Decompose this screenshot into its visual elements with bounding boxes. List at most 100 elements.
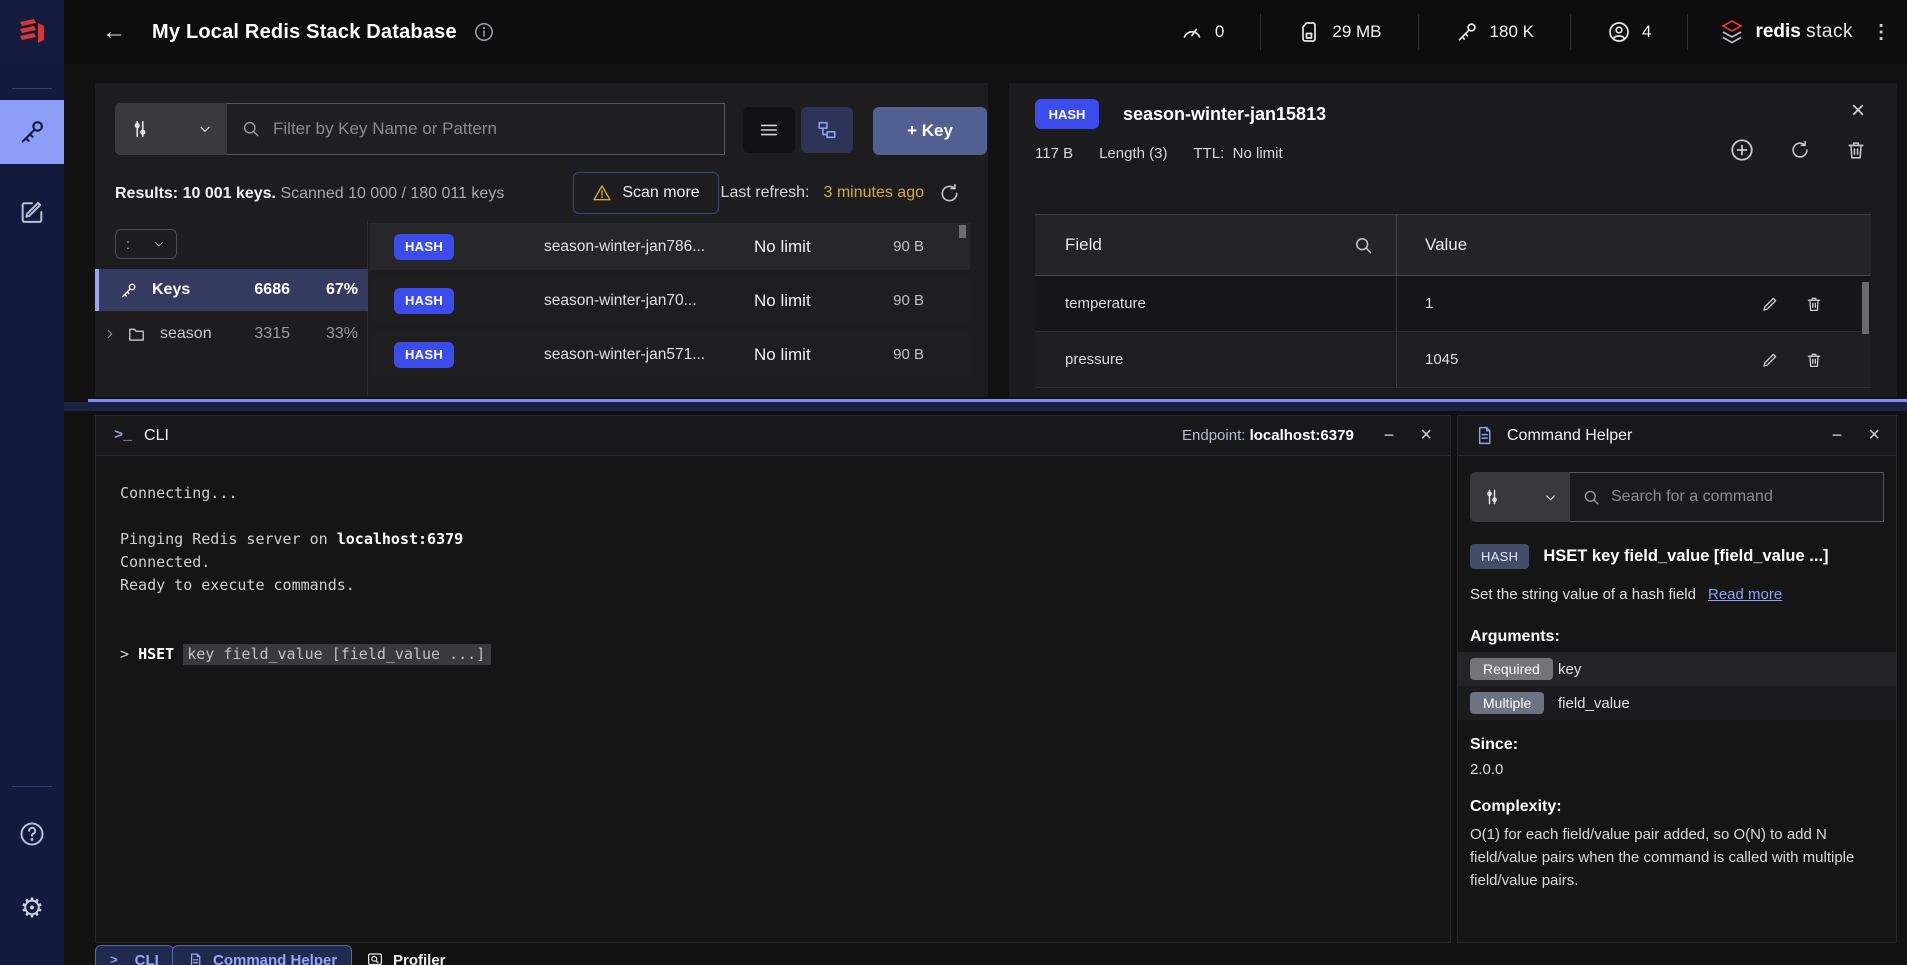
key-list-scrollbar[interactable] [959,225,966,238]
argument-kind-badge: Required [1470,658,1553,680]
sidebar-item-browser[interactable] [0,100,64,164]
panel-resize-handle[interactable] [88,399,1907,402]
chevron-down-icon [1543,490,1558,505]
complexity-label: Complexity: [1470,798,1562,816]
tree-view-icon [816,119,838,141]
redis-stack-brand: redis stack [1688,18,1863,46]
filter-sliders-icon [129,118,151,140]
search-icon [241,119,261,139]
cli-title: CLI [144,427,169,445]
redis-logo[interactable] [0,0,64,64]
key-actions [1729,137,1867,163]
scan-more-button[interactable]: Scan more [573,172,719,214]
back-button[interactable]: ← [102,18,126,46]
overflow-menu-icon[interactable] [1863,20,1907,44]
field-row[interactable]: pressure 1045 [1035,332,1871,388]
chevron-down-icon [197,121,213,137]
arguments-label: Arguments: [1470,628,1560,646]
minimize-helper-icon[interactable]: − [1832,425,1843,446]
key-filter-input[interactable] [273,119,710,139]
tab-profiler[interactable]: Profiler [352,945,460,965]
browser-key-icon [17,117,47,147]
delete-key-icon[interactable] [1845,139,1867,161]
folder-icon [127,325,146,344]
stat-cpu[interactable]: 0 [1144,14,1261,50]
filter-row [115,103,725,155]
tree-node-keys[interactable]: Keys 6686 67% [95,269,368,311]
refresh-keys-icon[interactable] [938,182,961,205]
delete-field-icon[interactable] [1805,351,1823,369]
close-cli-icon[interactable]: × [1420,424,1432,447]
redisinsight-app: ← My Local Redis Stack Database 0 29 MB … [0,0,1907,965]
command-helper-title: Command Helper [1507,427,1632,445]
info-icon[interactable] [473,21,495,43]
minimize-cli-icon[interactable]: − [1384,425,1395,446]
sidebar-item-settings[interactable]: ⚙ [0,876,64,940]
tree-node-season[interactable]: season 3315 33% [95,313,368,355]
search-icon [1582,488,1601,507]
key-row[interactable]: HASH season-winter-jan786... No limit 90… [370,223,970,270]
document-icon [1474,425,1495,446]
field-row[interactable]: temperature 1 [1035,276,1871,332]
key-tree-column: : Keys 6686 67% season 3315 [95,221,368,397]
split-strip [64,402,1907,411]
field-search-icon[interactable] [1353,235,1374,256]
command-group-badge: HASH [1470,544,1529,569]
refresh-key-icon[interactable] [1789,139,1811,161]
add-key-button[interactable]: + Key [873,107,987,155]
key-icon [119,281,138,300]
top-bar: ← My Local Redis Stack Database 0 29 MB … [0,0,1907,64]
argument-kind-badge: Multiple [1470,692,1544,714]
last-refresh: Last refresh: 3 minutes ago [721,172,961,214]
command-search-input[interactable] [1611,488,1871,506]
read-more-link[interactable]: Read more [1708,586,1782,603]
command-helper-panel: Command Helper − × HASH HSET key field_v… [1457,415,1897,943]
redis-stack-icon [1718,18,1746,46]
fields-table-header: Field Value [1035,214,1871,276]
filter-input-wrap [227,103,725,155]
tab-command-helper[interactable]: Command Helper [172,945,352,965]
edit-field-icon[interactable] [1761,295,1779,313]
database-title: My Local Redis Stack Database [152,21,457,44]
key-row[interactable]: HASH season-winter-jan571... No limit 90… [370,331,970,378]
sidebar-item-help[interactable] [0,802,64,866]
fields-scrollbar[interactable] [1862,282,1869,334]
selected-key-name[interactable]: season-winter-jan15813 [1123,104,1326,125]
tab-cli[interactable]: >_ CLI [95,945,174,965]
list-view-button[interactable] [743,107,795,153]
key-details-panel: × HASH season-winter-jan15813 117 B Leng… [1009,83,1897,397]
delimiter-dropdown[interactable]: : [115,229,177,259]
column-divider[interactable] [1396,215,1397,275]
memory-icon [1297,20,1321,44]
stat-memory[interactable]: 29 MB [1261,14,1418,50]
key-icon [1455,20,1479,44]
profiler-icon [366,951,384,965]
filter-sliders-icon [1482,487,1502,507]
last-refresh-label: Last refresh: [721,184,810,202]
key-row[interactable]: HASH season-winter-jan70... No limit 90 … [370,277,970,324]
delete-field-icon[interactable] [1805,295,1823,313]
key-ttl[interactable]: TTL: No limit [1193,145,1282,162]
command-syntax-hint: key field_value [field_value ...] [183,644,491,665]
sidebar-item-workbench[interactable] [0,180,64,244]
command-group-dropdown[interactable] [1470,472,1570,522]
edit-field-icon[interactable] [1761,351,1779,369]
close-details-icon[interactable]: × [1851,97,1865,125]
cli-output[interactable]: Connecting... Pinging Redis server on lo… [96,456,1450,692]
results-value: 10 001 keys. [183,185,276,203]
document-icon [187,952,204,965]
key-list: HASH season-winter-jan786... No limit 90… [370,221,970,397]
add-field-icon[interactable] [1729,137,1755,163]
workbench-icon [18,198,46,226]
close-helper-icon[interactable]: × [1868,424,1880,447]
cli-endpoint: Endpoint: localhost:6379 [1182,427,1354,444]
command-signature: HSET key field_value [field_value ...] [1543,547,1828,566]
fields-table: Field Value temperature 1 pressure 1045 [1035,214,1871,397]
stat-keys[interactable]: 180 K [1419,14,1571,50]
cli-prompt-line[interactable]: > HSET key field_value [field_value ...] [120,643,1426,666]
topbar-stats: 0 29 MB 180 K 4 redis stack [1144,0,1907,64]
stat-clients[interactable]: 4 [1571,14,1688,50]
key-type-filter-dropdown[interactable] [115,103,227,155]
chevron-right-icon[interactable] [103,327,117,341]
tree-view-button[interactable] [801,107,853,153]
